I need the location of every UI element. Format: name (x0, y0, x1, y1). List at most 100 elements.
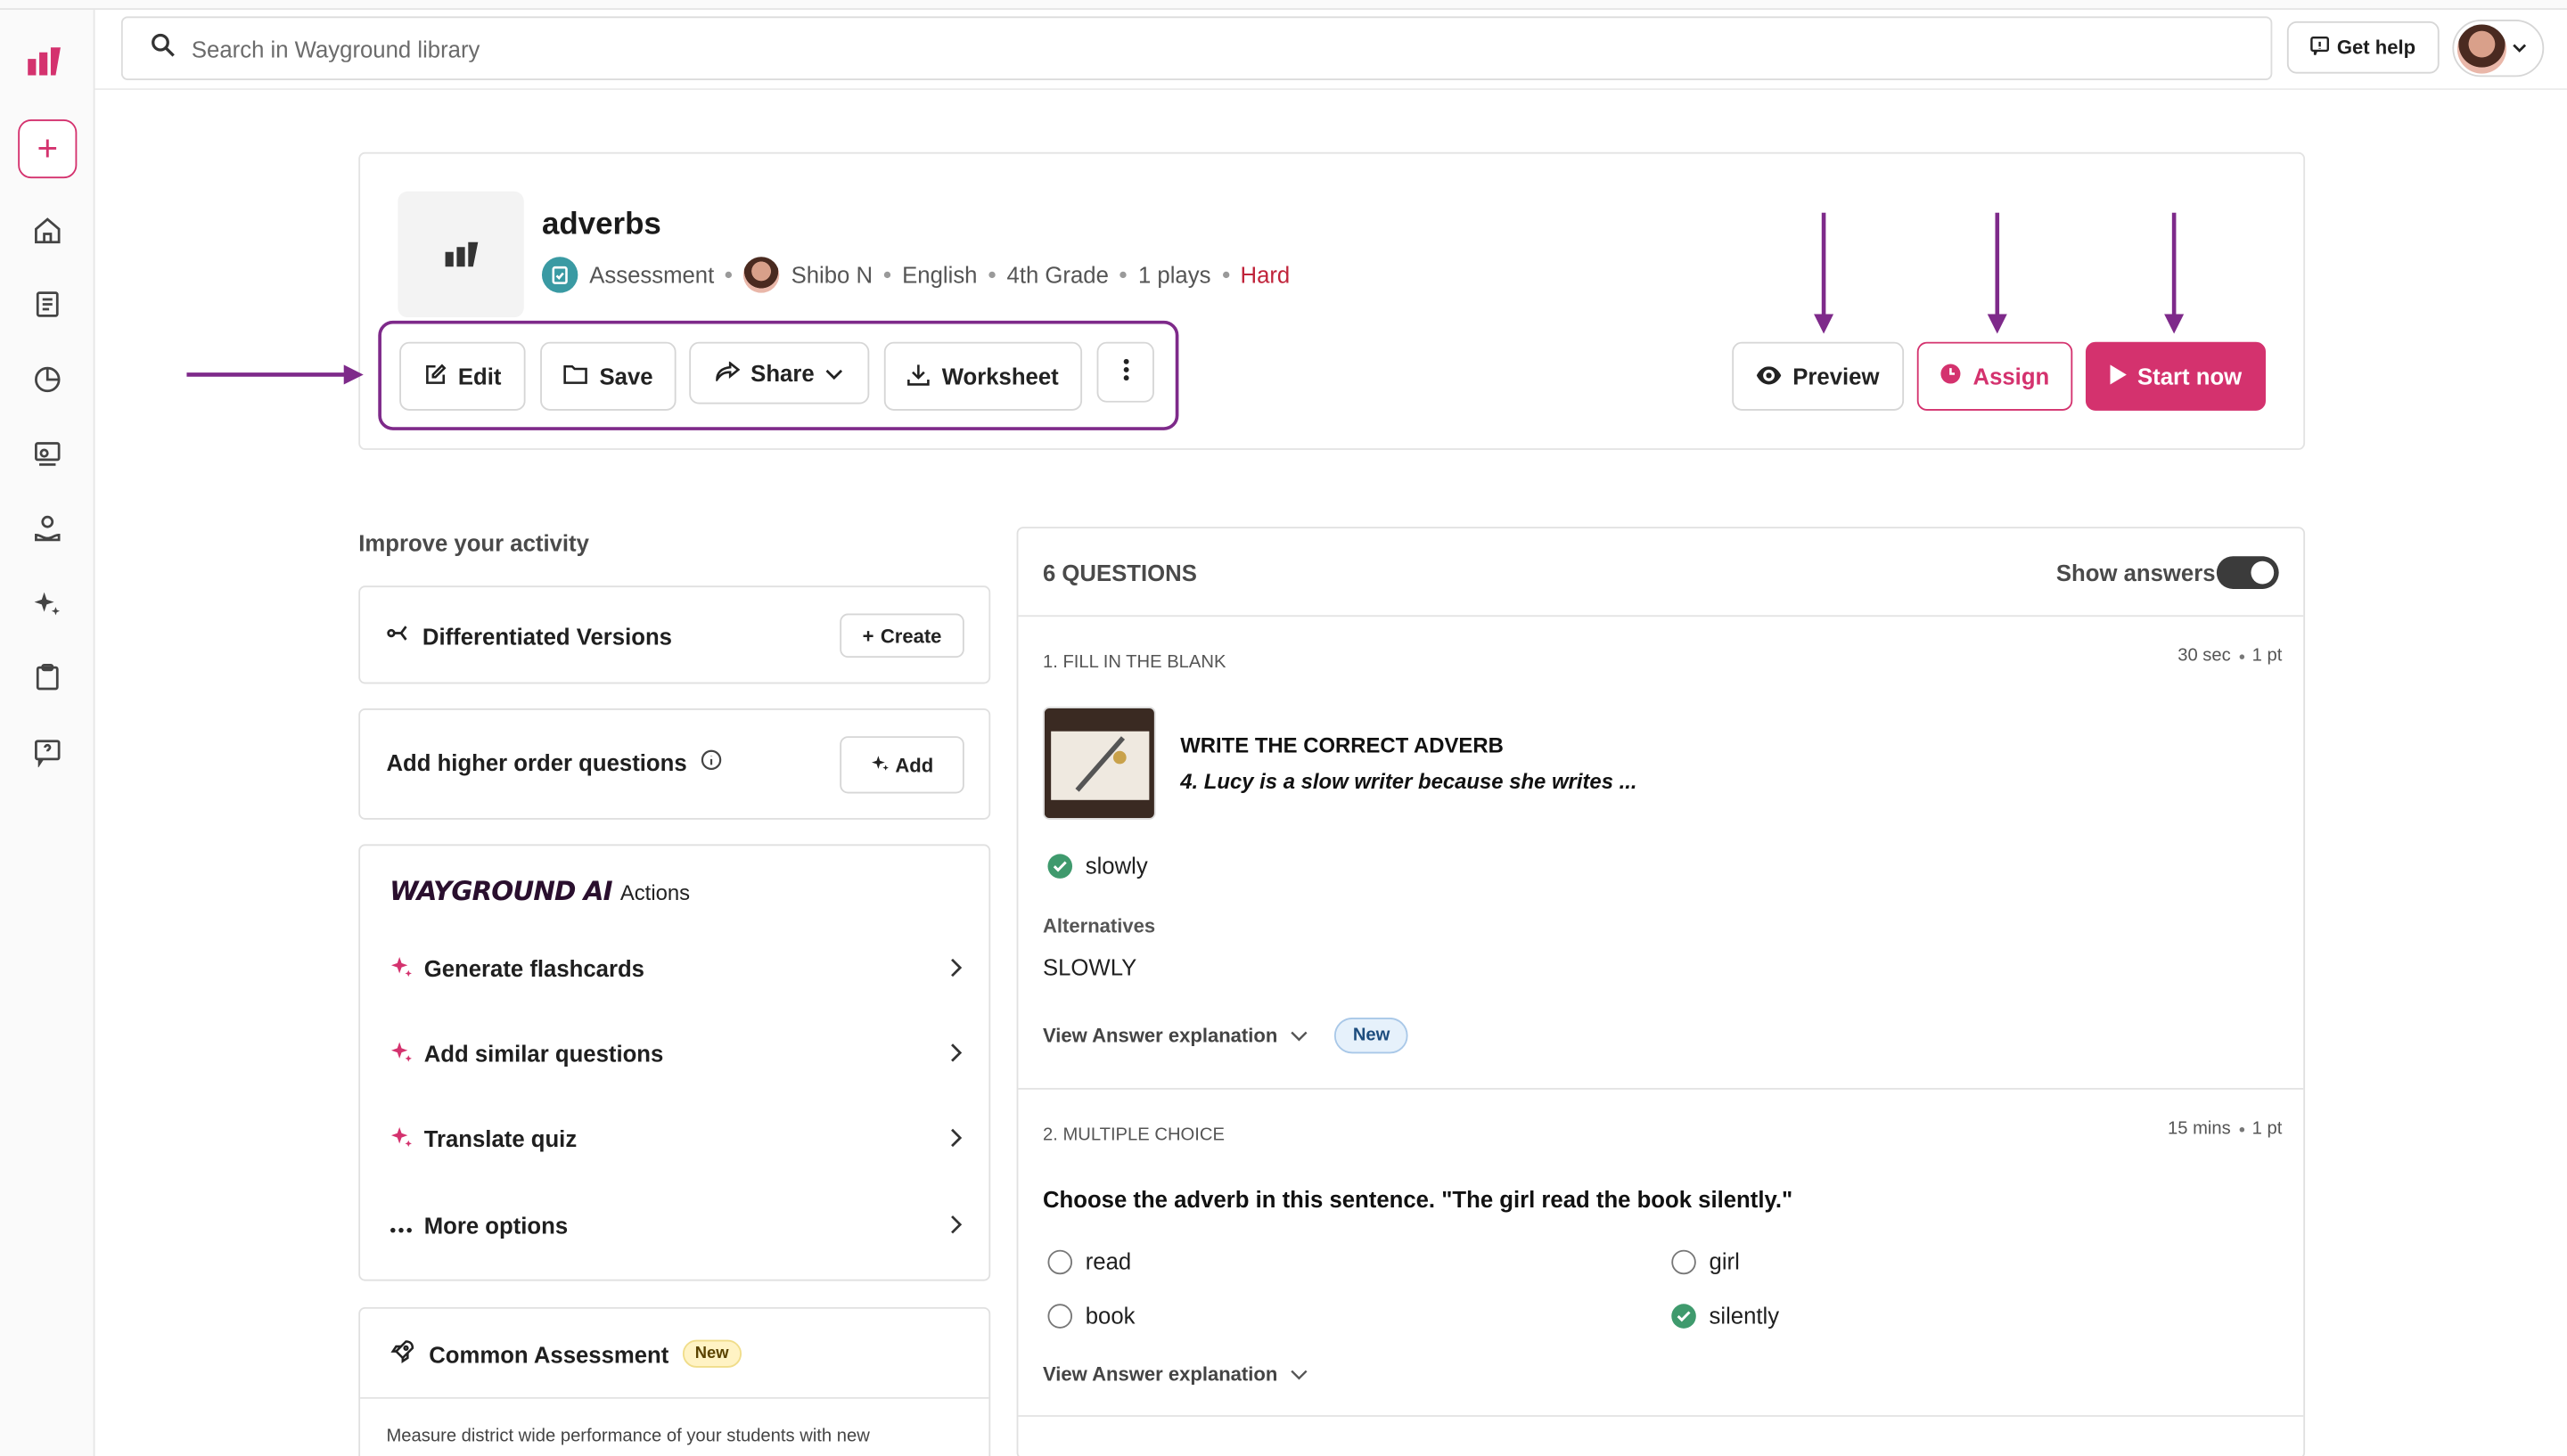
clipboard-icon[interactable] (28, 658, 67, 697)
preview-button[interactable]: Preview (1732, 341, 1905, 411)
sparkle-icon (871, 753, 889, 776)
activity-type: Assessment (589, 261, 715, 289)
ai-sparkle-icon (390, 954, 415, 982)
play-icon (2109, 364, 2127, 389)
question-sentence: 4. Lucy is a slow writer because she wri… (1180, 768, 1637, 794)
add-button[interactable]: Add (840, 736, 964, 794)
check-circle-icon (1671, 1303, 1696, 1328)
answer-option-correct: silently (1671, 1302, 1779, 1329)
translate-quiz-item[interactable]: Translate quiz (390, 1121, 963, 1157)
create-button[interactable]: + Create (840, 613, 964, 658)
save-button[interactable]: Save (540, 341, 677, 411)
radio-icon (1047, 1303, 1073, 1328)
radio-icon (1671, 1248, 1696, 1274)
edit-icon (423, 363, 447, 390)
view-answer-explanation[interactable]: View Answer explanation (1043, 1362, 1308, 1386)
search-icon (151, 32, 192, 65)
edit-label: Edit (457, 363, 502, 389)
differentiated-versions-card: Differentiated Versions + Create (358, 585, 991, 684)
chevron-right-icon (949, 1043, 963, 1068)
question-time-points: 15 mins 1 pt (2167, 1118, 2283, 1139)
header-divider (94, 88, 2567, 90)
help-center-icon[interactable] (28, 733, 67, 773)
answer-option: read (1047, 1248, 1131, 1274)
correct-answer: slowly (1047, 853, 1148, 879)
worksheet-button[interactable]: Worksheet (883, 341, 1083, 411)
reports-icon[interactable] (28, 360, 67, 399)
activity-author[interactable]: Shibo N (791, 262, 873, 288)
annotation-arrow-right-icon (186, 364, 364, 385)
activity-plays: 1 plays (1137, 261, 1211, 289)
wayground-logo-icon[interactable] (25, 45, 68, 86)
question-image (1042, 707, 1156, 820)
chevron-down-icon (826, 360, 844, 386)
assign-label: Assign (1972, 363, 2050, 389)
folder-icon (563, 364, 588, 389)
more-actions-button[interactable] (1096, 341, 1154, 403)
home-icon[interactable] (28, 211, 67, 250)
more-vertical-icon (1122, 358, 1128, 386)
questions-header: 6 QUESTIONS Show answers (1018, 528, 2304, 618)
ai-sparkle-icon[interactable] (28, 584, 67, 623)
common-assessment-card: Common Assessment New Measure district w… (358, 1306, 991, 1456)
library-icon[interactable] (28, 284, 67, 323)
share-label: Share (750, 359, 815, 387)
save-label: Save (599, 363, 653, 389)
classes-icon[interactable] (28, 434, 67, 473)
edit-button[interactable]: Edit (399, 341, 526, 411)
get-help-label: Get help (2336, 36, 2416, 60)
activity-subject: English (902, 261, 978, 289)
add-similar-questions-item[interactable]: Add similar questions (390, 1035, 963, 1071)
question-prompt: Choose the adverb in this sentence. "The… (1042, 1186, 1793, 1213)
question-heading: WRITE THE CORRECT ADVERB (1180, 732, 1504, 758)
annotation-arrow-down-icon (1814, 212, 1834, 334)
generate-flashcards-item[interactable]: Generate flashcards (390, 951, 963, 986)
accommodations-icon[interactable] (28, 509, 67, 548)
start-now-button[interactable]: Start now (2085, 341, 2266, 411)
answer-option: book (1047, 1302, 1135, 1329)
activity-header-card: adverbs Assessment Shibo N English 4th G… (358, 151, 2306, 450)
share-button[interactable]: Share (689, 341, 870, 405)
improve-section-title: Improve your activity (358, 529, 589, 557)
question-type: 2. MULTIPLE CHOICE (1042, 1125, 1225, 1146)
ai-sparkle-icon (390, 1125, 415, 1152)
question-card[interactable]: 1. FILL IN THE BLANK 30 sec 1 pt WRITE T… (1018, 617, 2304, 1090)
chevron-down-icon (2511, 34, 2527, 63)
start-now-label: Start now (2137, 363, 2243, 389)
view-answer-explanation[interactable]: View Answer explanation New (1043, 1017, 1408, 1054)
profile-menu-button[interactable] (2452, 20, 2545, 78)
get-help-button[interactable]: Get help (2286, 20, 2440, 74)
chevron-down-icon (1291, 1362, 1308, 1386)
branch-icon (386, 622, 409, 650)
rocket-icon (390, 1338, 415, 1370)
new-badge: New (682, 1339, 742, 1368)
assign-button[interactable]: Assign (1916, 341, 2073, 411)
author-avatar (743, 257, 780, 293)
search-input[interactable] (191, 35, 2156, 61)
check-circle-icon (1047, 853, 1073, 879)
activity-thumbnail (398, 191, 524, 318)
ai-sparkle-icon (390, 1040, 415, 1067)
ai-actions-card: WAYGROUND AI Actions Generate flashcards… (358, 844, 991, 1281)
question-time-points: 30 sec 1 pt (2177, 646, 2283, 667)
chevron-right-icon (949, 1214, 963, 1239)
search-bar[interactable] (120, 16, 2273, 80)
create-new-button[interactable]: + (18, 119, 78, 179)
show-answers-toggle[interactable] (2216, 556, 2279, 589)
ai-actions-label: Actions (619, 879, 691, 905)
higher-order-label: Add higher order questions (386, 748, 687, 776)
questions-panel: 6 QUESTIONS Show answers 1. FILL IN THE … (1016, 527, 2306, 1456)
differentiated-versions-label: Differentiated Versions (422, 622, 672, 649)
more-options-item[interactable]: More options (390, 1207, 963, 1243)
higher-order-card: Add higher order questions Add (358, 708, 991, 820)
sidebar: + (0, 10, 95, 1456)
top-strip (0, 0, 2567, 11)
more-horizontal-icon (390, 1212, 415, 1238)
activity-meta: Assessment Shibo N English 4th Grade 1 p… (541, 257, 1290, 293)
info-icon[interactable] (700, 749, 721, 775)
chevron-down-icon (1291, 1024, 1308, 1047)
worksheet-label: Worksheet (941, 363, 1059, 389)
chevron-right-icon (949, 957, 963, 983)
question-card[interactable]: 2. MULTIPLE CHOICE 15 mins 1 pt Choose t… (1018, 1090, 2304, 1417)
download-icon (907, 363, 931, 390)
